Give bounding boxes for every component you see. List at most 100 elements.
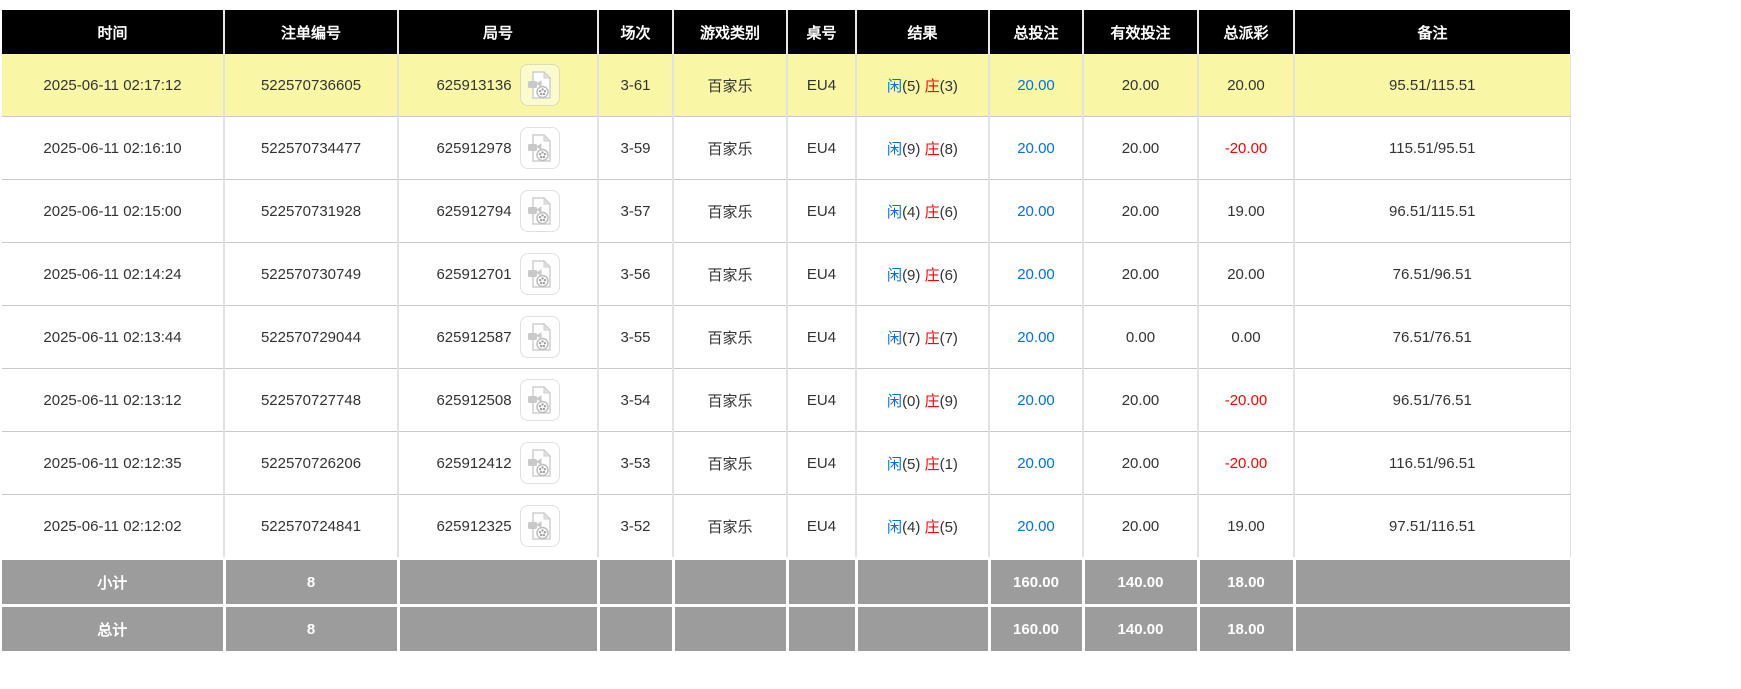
result-cell: 闲(5) 庄(1) — [856, 431, 990, 495]
table-row[interactable]: 2025-06-11 02:16:10 522570734477 6259129… — [2, 116, 1571, 180]
video-replay-button[interactable] — [519, 316, 560, 358]
player-score: (4) — [902, 203, 921, 221]
remark-cell: 76.51/76.51 — [1294, 305, 1571, 369]
total-bet-link[interactable]: 20.00 — [989, 116, 1084, 180]
table-row[interactable]: 2025-06-11 02:17:12 522570736605 6259131… — [2, 54, 1571, 117]
total-bet-link[interactable]: 20.00 — [989, 305, 1084, 369]
bet-id-cell: 522570726206 — [224, 431, 399, 495]
summary-valid-bet: 140.00 — [1083, 557, 1200, 606]
column-header-bet_id: 注单编号 — [224, 10, 399, 54]
table-row[interactable]: 2025-06-11 02:13:12 522570727748 6259125… — [2, 368, 1571, 432]
result-cell: 闲(4) 庄(5) — [856, 494, 990, 559]
video-replay-button[interactable] — [519, 253, 560, 295]
time-cell: 2025-06-11 02:13:12 — [2, 368, 225, 432]
column-header-session: 场次 — [598, 10, 674, 54]
total-bet-link[interactable]: 20.00 — [989, 179, 1084, 243]
video-replay-button[interactable] — [519, 127, 560, 169]
summary-empty-cell — [856, 557, 991, 606]
table-no-cell: EU4 — [787, 368, 857, 432]
game-type-cell: 百家乐 — [673, 305, 788, 369]
result-cell: 闲(9) 庄(8) — [856, 116, 990, 180]
table-no-cell: EU4 — [787, 305, 857, 369]
round-number: 625912325 — [436, 517, 512, 535]
video-replay-button[interactable] — [519, 190, 560, 232]
total-bet-link[interactable]: 20.00 — [989, 368, 1084, 432]
summary-empty-cell — [398, 604, 600, 651]
summary-count: 8 — [224, 604, 400, 651]
banker-label: 庄 — [924, 518, 940, 536]
table-no-cell: EU4 — [787, 494, 857, 559]
summary-count: 8 — [224, 557, 400, 606]
column-header-table_no: 桌号 — [787, 10, 857, 54]
total-payout-cell: -20.00 — [1198, 368, 1295, 432]
player-score: (0) — [902, 392, 921, 410]
round-cell: 625912412 — [398, 431, 599, 495]
summary-label: 总计 — [2, 604, 226, 651]
table-no-cell: EU4 — [787, 54, 857, 117]
total-bet-link[interactable]: 20.00 — [989, 431, 1084, 495]
summary-total-payout: 18.00 — [1198, 557, 1296, 606]
valid-bet-cell: 20.00 — [1083, 179, 1199, 243]
summary-empty-cell — [787, 604, 858, 651]
remark-cell: 95.51/115.51 — [1294, 54, 1571, 117]
total-bet-link[interactable]: 20.00 — [989, 242, 1084, 306]
player-label: 闲 — [887, 518, 903, 536]
column-header-game_type: 游戏类别 — [673, 10, 788, 54]
bet-history-page: 时间 注单编号 局号 场次 游戏类别 桌号 结果 总投注 有效投注 总派彩 备注 2025-06-1… — [0, 0, 1741, 651]
total-payout-cell: -20.00 — [1198, 431, 1295, 495]
table-row[interactable]: 2025-06-11 02:12:02 522570724841 6259123… — [2, 494, 1571, 559]
bet-id-cell: 522570729044 — [224, 305, 399, 369]
session-cell: 3-52 — [598, 494, 674, 559]
session-cell: 3-54 — [598, 368, 674, 432]
player-label: 闲 — [887, 329, 903, 347]
column-header-round: 局号 — [398, 10, 599, 54]
bet-id-cell: 522570731928 — [224, 179, 399, 243]
player-score: (9) — [902, 266, 921, 284]
summary-empty-cell — [598, 604, 675, 651]
session-cell: 3-57 — [598, 179, 674, 243]
round-number: 625912794 — [436, 202, 512, 220]
summary-empty-cell — [856, 604, 991, 651]
player-label: 闲 — [887, 392, 903, 410]
total-bet-link[interactable]: 20.00 — [989, 494, 1084, 559]
result-cell: 闲(0) 庄(9) — [856, 368, 990, 432]
valid-bet-cell: 0.00 — [1083, 305, 1199, 369]
summary-total-bet: 160.00 — [989, 557, 1085, 606]
valid-bet-cell: 20.00 — [1083, 494, 1199, 559]
video-replay-button[interactable] — [519, 64, 560, 106]
round-number: 625912587 — [436, 328, 512, 346]
total-payout-cell: 19.00 — [1198, 494, 1295, 559]
round-cell: 625912701 — [398, 242, 599, 306]
table-row[interactable]: 2025-06-11 02:13:44 522570729044 6259125… — [2, 305, 1571, 369]
summary-empty-cell — [1294, 557, 1570, 606]
summary-row: 小计 8 160.00 140.00 18.00 — [2, 557, 1570, 606]
video-replay-icon — [527, 448, 551, 477]
column-header-result: 结果 — [856, 10, 990, 54]
time-cell: 2025-06-11 02:12:02 — [2, 494, 225, 559]
banker-label: 庄 — [924, 266, 940, 284]
banker-score: (7) — [939, 329, 958, 347]
bet-records-table: 时间 注单编号 局号 场次 游戏类别 桌号 结果 总投注 有效投注 总派彩 备注 2025-06-1… — [2, 10, 1571, 651]
video-replay-button[interactable] — [519, 505, 560, 547]
total-payout-cell: -20.00 — [1198, 116, 1295, 180]
bet-id-cell: 522570724841 — [224, 494, 399, 559]
video-replay-icon — [527, 70, 551, 99]
player-label: 闲 — [887, 455, 903, 473]
table-row[interactable]: 2025-06-11 02:14:24 522570730749 6259127… — [2, 242, 1571, 306]
banker-label: 庄 — [924, 329, 940, 347]
summary-empty-cell — [787, 557, 858, 606]
video-replay-button[interactable] — [519, 379, 560, 421]
player-score: (7) — [902, 329, 921, 347]
total-bet-link[interactable]: 20.00 — [989, 54, 1084, 117]
result-cell: 闲(5) 庄(3) — [856, 54, 990, 117]
total-payout-cell: 19.00 — [1198, 179, 1295, 243]
round-cell: 625912794 — [398, 179, 599, 243]
video-replay-button[interactable] — [519, 442, 560, 484]
table-row[interactable]: 2025-06-11 02:12:35 522570726206 6259124… — [2, 431, 1571, 495]
column-header-total_bet: 总投注 — [989, 10, 1084, 54]
result-cell: 闲(7) 庄(7) — [856, 305, 990, 369]
player-label: 闲 — [887, 77, 903, 95]
table-row[interactable]: 2025-06-11 02:15:00 522570731928 6259127… — [2, 179, 1571, 243]
summary-empty-cell — [1294, 604, 1570, 651]
session-cell: 3-59 — [598, 116, 674, 180]
